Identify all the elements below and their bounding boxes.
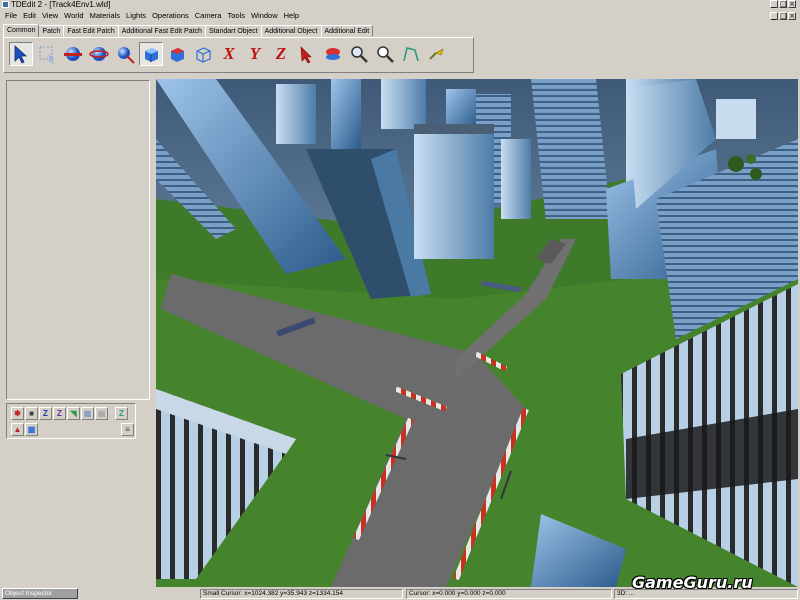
window-title-text: TDEdit 2 - [Track4Env1.wld] <box>11 0 111 9</box>
window-title: TDEdit 2 - [Track4Env1.wld] <box>2 0 110 10</box>
minimize-button[interactable]: _ <box>770 0 778 8</box>
menu-window[interactable]: Window <box>248 10 281 22</box>
lathe-icon[interactable] <box>321 42 345 66</box>
gray-tool-icon[interactable]: ▤ <box>95 407 108 420</box>
tool-row: X Y Z <box>9 42 449 66</box>
scene-render <box>156 79 798 587</box>
axis-x-icon[interactable]: X <box>217 42 241 66</box>
menu-camera[interactable]: Camera <box>192 10 225 22</box>
axis-y-icon[interactable]: Y <box>243 42 267 66</box>
zoom-in-icon[interactable] <box>347 42 371 66</box>
minimized-object-inspector[interactable]: Object Inspector <box>2 588 78 599</box>
menu-edit[interactable]: Edit <box>20 10 39 22</box>
menu-view[interactable]: View <box>39 10 61 22</box>
caption-buttons: _ □ × <box>770 0 796 8</box>
menu-world[interactable]: World <box>61 10 86 22</box>
menu-help[interactable]: Help <box>281 10 302 22</box>
menu-file[interactable]: File <box>2 10 20 22</box>
grid-icon[interactable]: ▦ <box>81 407 94 420</box>
light-icon[interactable] <box>425 42 449 66</box>
small-toolbar: ✱ ■ Z Z ◥ ▦ ▤ Z ▲ ▩ ≡ <box>6 403 136 439</box>
z-axis-a-button[interactable]: Z <box>39 407 52 420</box>
title-bar: TDEdit 2 - [Track4Env1.wld] _ □ × <box>0 0 800 10</box>
move-sphere-icon[interactable] <box>61 42 85 66</box>
texture-icon[interactable]: ▩ <box>25 423 38 436</box>
axis-y-label: Y <box>249 44 261 63</box>
tab-patch[interactable]: Patch <box>38 25 65 37</box>
spline-icon[interactable] <box>399 42 423 66</box>
3d-viewport[interactable] <box>156 79 798 587</box>
close-button[interactable]: × <box>788 0 796 8</box>
axis-x-label: X <box>223 44 235 63</box>
rect-select-icon[interactable] <box>35 42 59 66</box>
menu-materials[interactable]: Materials <box>87 10 123 22</box>
tab-standart-object[interactable]: Standart Object <box>204 25 262 37</box>
mdi-close-button[interactable]: × <box>788 12 796 20</box>
select-arrow-icon[interactable] <box>9 42 33 66</box>
cube-wire-icon[interactable] <box>191 42 215 66</box>
tab-additional-object[interactable]: Additional Object <box>260 25 322 37</box>
tab-additional-fast-edit-patch[interactable]: Additional Fast Edit Patch <box>117 25 206 37</box>
mdi-caption-buttons: _ □ × <box>770 12 796 20</box>
pointer-arrow-icon[interactable] <box>295 42 319 66</box>
mdi-restore-button[interactable]: □ <box>779 12 787 20</box>
tab-common[interactable]: Common <box>3 24 40 38</box>
app-window: TDEdit 2 - [Track4Env1.wld] _ □ × File E… <box>0 0 800 600</box>
tool-panel: X Y Z <box>3 37 474 73</box>
paint-icon[interactable]: ▲ <box>11 423 24 436</box>
z-axis-b-button[interactable]: Z <box>53 407 66 420</box>
green-tool-icon[interactable]: ◥ <box>67 407 80 420</box>
axis-z-label: Z <box>275 44 287 63</box>
zoom-out-icon[interactable] <box>373 42 397 66</box>
tab-additional-edit[interactable]: Additional Edit <box>320 25 374 37</box>
mdi-minimize-button[interactable]: _ <box>770 12 778 20</box>
menu-tools[interactable]: Tools <box>224 10 248 22</box>
watermark: GameGuru.ru <box>632 573 753 592</box>
axis-z-icon[interactable]: Z <box>269 42 293 66</box>
rotate-sphere-icon[interactable] <box>87 42 111 66</box>
cursor-status: Cursor: x=0.000 y=0.000 z=0.000 <box>406 589 612 599</box>
app-icon <box>2 1 9 9</box>
red-tool-icon[interactable]: ✱ <box>11 407 24 420</box>
tab-fast-edit-patch[interactable]: Fast Edit Patch <box>63 25 119 37</box>
list-icon[interactable]: ≡ <box>121 423 134 436</box>
spline-small-icon[interactable]: Z <box>115 407 128 420</box>
cube-red-icon[interactable] <box>165 42 189 66</box>
maximize-button[interactable]: □ <box>779 0 787 8</box>
camera-icon[interactable]: ■ <box>25 407 38 420</box>
small-cursor-status: Small Cursor: x=1024.382 y=35.943 z=1334… <box>200 589 403 599</box>
menu-operations[interactable]: Operations <box>149 10 192 22</box>
menu-lights[interactable]: Lights <box>123 10 149 22</box>
scale-sphere-icon[interactable] <box>113 42 137 66</box>
tool-tabs: Common Patch Fast Edit Patch Additional … <box>3 24 374 38</box>
object-panel <box>6 80 150 400</box>
cube-solid-icon[interactable] <box>139 42 163 66</box>
menu-bar: File Edit View World Materials Lights Op… <box>0 10 800 22</box>
